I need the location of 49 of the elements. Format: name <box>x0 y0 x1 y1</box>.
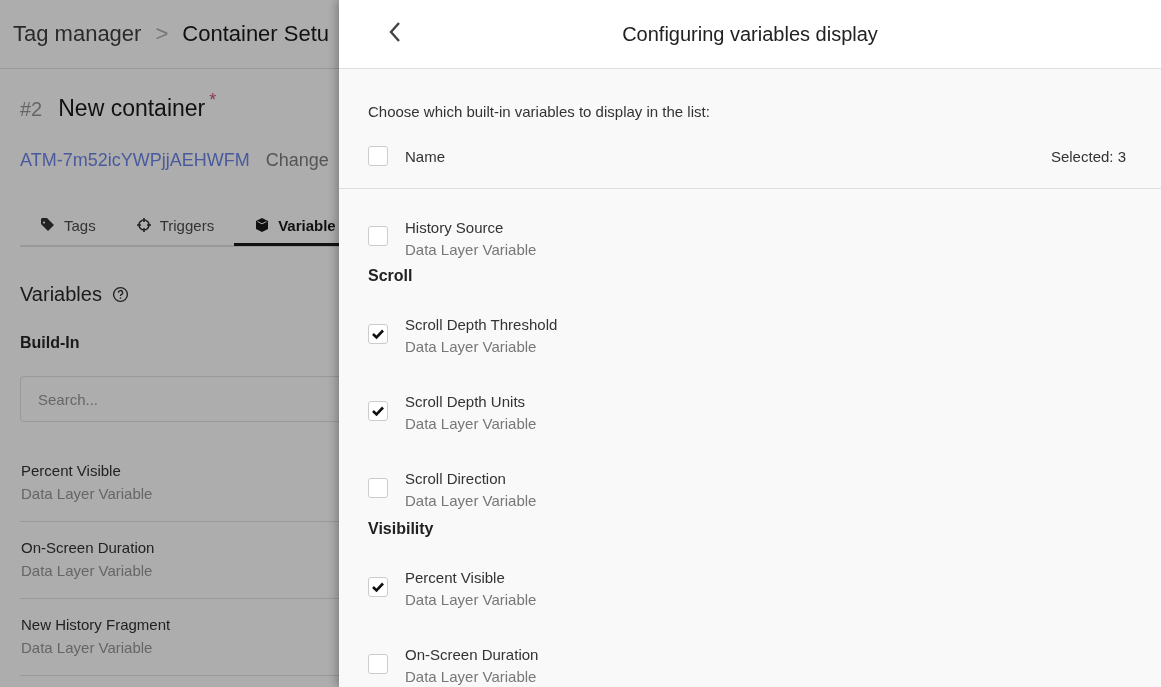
variable-name: New History Fragment <box>21 616 172 633</box>
variable-type: Data Layer Variable <box>405 492 537 509</box>
variable-name: Percent Visible <box>405 569 506 586</box>
variable-name: Scroll Direction <box>405 470 507 487</box>
select-all-checkbox[interactable] <box>368 146 388 166</box>
breadcrumb-link[interactable]: Tag manager <box>13 21 142 47</box>
checkbox[interactable] <box>368 400 388 421</box>
change-link[interactable]: Change <box>265 150 329 171</box>
variable-type: Data Layer Variable <box>405 591 537 608</box>
container-id-link[interactable]: ATM-7m52icYWPjjAEHWFM <box>20 150 250 171</box>
checkbox[interactable] <box>368 477 388 498</box>
help-icon[interactable] <box>111 286 129 303</box>
variable-name: Scroll Depth Units <box>405 393 527 410</box>
variable-name: Scroll Depth Threshold <box>405 316 558 333</box>
crosshair-icon <box>135 217 152 233</box>
column-header: Name <box>405 147 445 165</box>
variable-name: Percent Visible <box>21 462 122 479</box>
cube-icon <box>254 217 271 233</box>
tab[interactable]: Triggers <box>115 207 235 246</box>
checkbox[interactable] <box>368 226 388 246</box>
variable-type: Data Layer Variable <box>405 668 538 685</box>
checkbox[interactable] <box>368 323 388 344</box>
variable-name: On-Screen Duration <box>21 539 156 556</box>
group-heading: Scroll <box>368 267 414 286</box>
variable-type: Data Layer Variable <box>405 240 537 258</box>
back-icon[interactable] <box>387 20 403 44</box>
variable-type: Data Layer Variable <box>405 415 537 432</box>
variable-type: Data Layer Variable <box>405 338 538 355</box>
panel-title: Configuring variables display <box>622 22 878 46</box>
selected-count: Selected: 3 <box>1050 147 1126 165</box>
checkbox[interactable] <box>368 576 388 597</box>
tab[interactable]: Tags <box>20 207 116 246</box>
container-number: #2 <box>20 98 43 121</box>
required-mark: * <box>209 90 217 111</box>
search-field[interactable]: Search... <box>20 376 339 422</box>
variable-name: On-Screen Duration <box>405 646 539 663</box>
variable-name: History Source <box>405 218 505 236</box>
breadcrumb-current: Container Setu <box>182 21 330 47</box>
instruction-text: Choose which built-in variables to display in the list: <box>368 103 711 120</box>
group-heading: Visibility <box>368 520 435 539</box>
checkbox[interactable] <box>368 653 388 674</box>
variable-type: Data Layer Variable <box>21 562 154 579</box>
tag-icon <box>40 217 56 233</box>
variable-type: Data Layer Variable <box>21 639 154 656</box>
breadcrumb-separator: > <box>155 21 169 47</box>
variable-type: Data Layer Variable <box>21 485 154 502</box>
container-name: New container <box>58 95 206 122</box>
section-title: Variables <box>20 283 102 306</box>
subsection-title: Build-In <box>20 334 81 352</box>
